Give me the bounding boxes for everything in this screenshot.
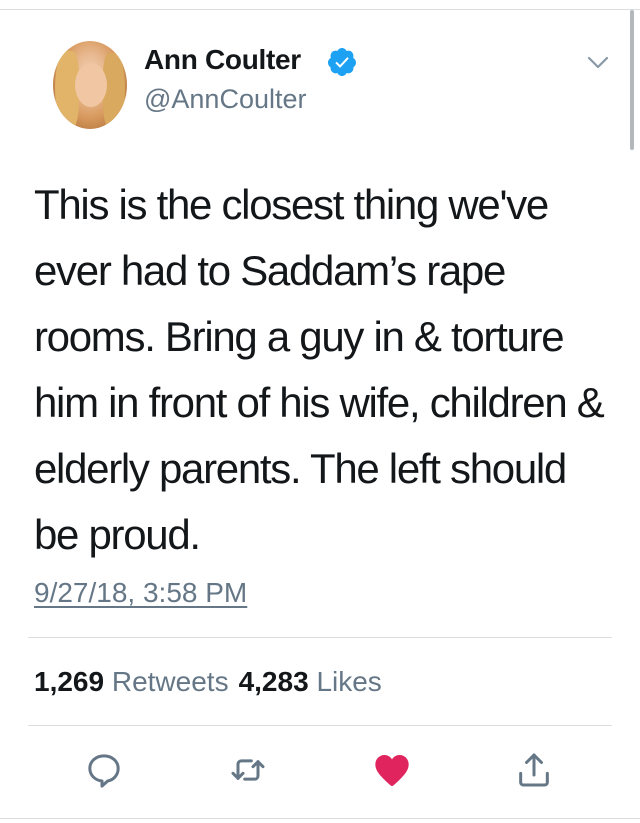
top-divider: [0, 9, 640, 10]
tweet-stats: 1,269 Retweets 4,283 Likes: [34, 666, 382, 698]
divider: [28, 725, 612, 726]
retweets-count: 1,269: [34, 666, 105, 697]
user-handle[interactable]: @AnnCoulter: [144, 84, 307, 115]
likes-stat[interactable]: 4,283 Likes: [239, 666, 382, 697]
reply-icon[interactable]: [84, 750, 124, 790]
divider: [28, 637, 612, 638]
heart-icon[interactable]: [372, 750, 412, 790]
tweet-timestamp[interactable]: 9/27/18, 3:58 PM: [34, 577, 247, 609]
verified-badge-icon: [327, 48, 356, 76]
tweet-text: This is the closest thing we've ever had…: [34, 181, 605, 558]
bottom-divider: [0, 818, 640, 819]
avatar[interactable]: [53, 41, 127, 129]
share-icon[interactable]: [514, 750, 554, 790]
display-name[interactable]: Ann Coulter: [144, 44, 301, 76]
retweet-icon[interactable]: [228, 750, 268, 790]
chevron-down-icon[interactable]: [586, 52, 610, 72]
likes-count: 4,283: [238, 666, 309, 697]
scrollbar-thumb[interactable]: [630, 10, 634, 150]
likes-label: Likes: [316, 666, 382, 697]
retweets-label: Retweets: [111, 666, 229, 697]
retweets-stat[interactable]: 1,269 Retweets: [34, 666, 229, 697]
